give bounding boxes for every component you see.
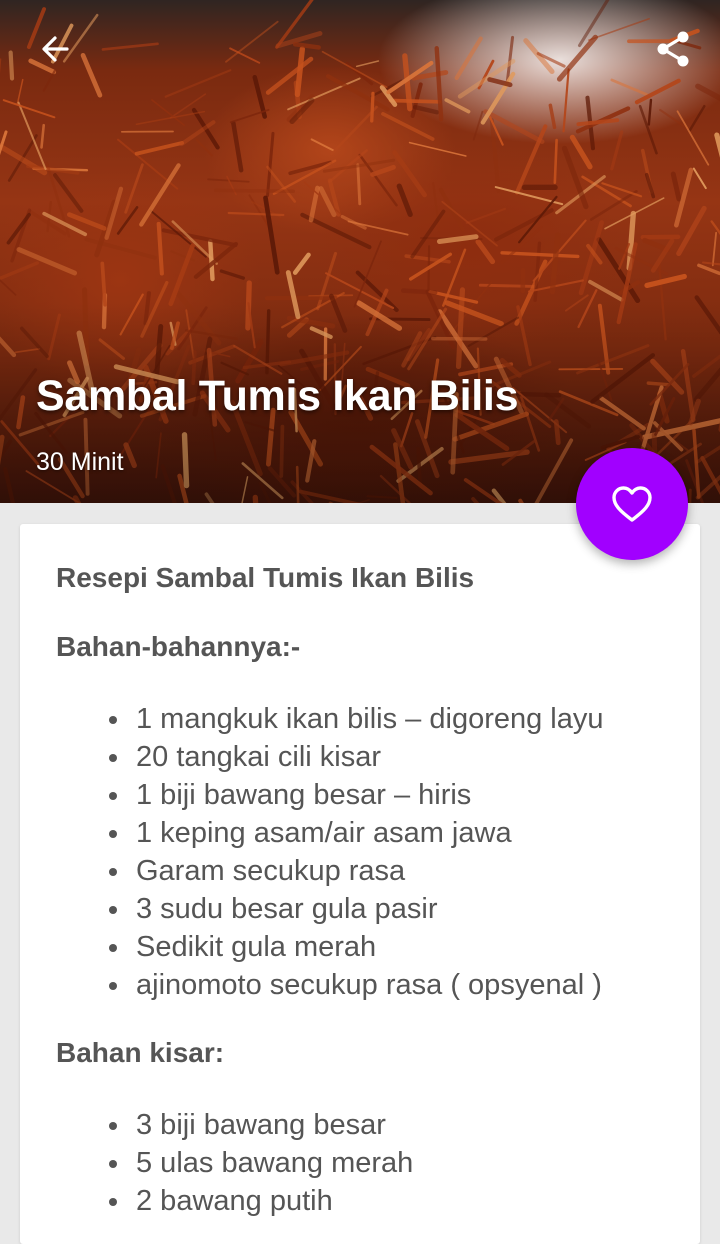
list-item: 5 ulas bawang merah: [106, 1144, 413, 1182]
list-item: 3 sudu besar gula pasir: [106, 890, 604, 928]
list-item: 1 biji bawang besar – hiris: [106, 776, 604, 814]
list-item: 1 mangkuk ikan bilis – digoreng layu: [106, 700, 604, 738]
list-item: 1 keping asam/air asam jawa: [106, 814, 604, 852]
recipe-heading: Resepi Sambal Tumis Ikan Bilis: [56, 562, 474, 594]
recipe-title: Sambal Tumis Ikan Bilis: [36, 372, 518, 421]
list-item: 20 tangkai cili kisar: [106, 738, 604, 776]
favorite-button[interactable]: [576, 448, 688, 560]
cooking-time: 30 Minit: [36, 448, 124, 477]
list-item: 2 bawang putih: [106, 1182, 413, 1220]
recipe-card: Resepi Sambal Tumis Ikan Bilis Bahan-bah…: [20, 524, 700, 1244]
list-item: ajinomoto secukup rasa ( opsyenal ): [106, 966, 604, 1004]
ingredients-list: 1 mangkuk ikan bilis – digoreng layu 20 …: [106, 700, 604, 1004]
list-item: Garam secukup rasa: [106, 852, 604, 890]
blend-ingredients-label: Bahan kisar:: [56, 1037, 224, 1069]
blend-ingredients-list: 3 biji bawang besar 5 ulas bawang merah …: [106, 1106, 413, 1220]
back-button[interactable]: [28, 22, 82, 76]
recipe-hero-image: Sambal Tumis Ikan Bilis 30 Minit: [0, 0, 720, 503]
share-button[interactable]: [646, 22, 700, 76]
list-item: 3 biji bawang besar: [106, 1106, 413, 1144]
heart-outline-icon: [610, 484, 654, 524]
list-item: Sedikit gula merah: [106, 928, 604, 966]
arrow-left-icon: [37, 31, 73, 67]
share-icon: [652, 28, 694, 70]
ingredients-label: Bahan-bahannya:-: [56, 631, 300, 663]
